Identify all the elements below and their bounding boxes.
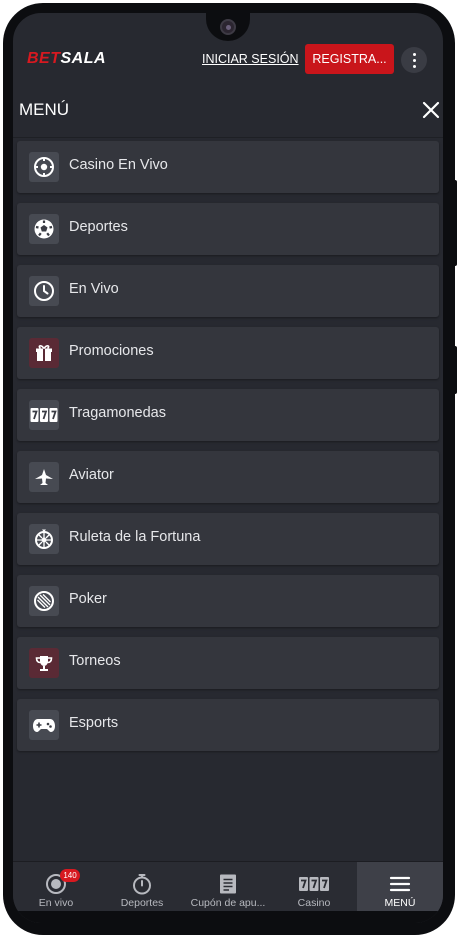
nav-en-vivo[interactable]: 140 En vivo: [13, 862, 99, 912]
menu-item-en-vivo[interactable]: En Vivo: [17, 265, 439, 317]
app-screen: BETSALA INICIAR SESIÓN REGISTRA... MENÚ …: [13, 13, 443, 923]
menu-item-label: Promociones: [69, 343, 154, 359]
gamepad-icon: [29, 710, 59, 740]
trophy-icon: [29, 648, 59, 678]
menu-header: [13, 95, 443, 138]
nav-label: En vivo: [38, 897, 74, 909]
volume-button: [452, 346, 457, 394]
logo-bet: BET: [27, 50, 61, 67]
nav-label: Casino: [297, 897, 331, 909]
menu-item-deportes[interactable]: Deportes: [17, 203, 439, 255]
nav-menu[interactable]: MENÚ: [357, 862, 443, 912]
phone-bottom-bezel: [13, 911, 443, 923]
stopwatch-icon: [99, 872, 185, 896]
casino-chip-icon: [29, 152, 59, 182]
menu-item-ruleta-de-la-fortuna[interactable]: Ruleta de la Fortuna: [17, 513, 439, 565]
menu-item-label: Esports: [69, 715, 119, 731]
coupon-icon: [185, 872, 271, 896]
soccer-ball-icon: [29, 214, 59, 244]
hamburger-icon: [357, 872, 443, 896]
menu-item-promociones[interactable]: Promociones: [17, 327, 439, 379]
menu-title: MENÚ: [19, 100, 70, 119]
close-icon[interactable]: [421, 99, 441, 121]
nav-label: MENÚ: [384, 897, 416, 909]
airplane-icon: [29, 462, 59, 492]
register-button[interactable]: REGISTRA...: [305, 44, 394, 74]
live-icon: [13, 872, 99, 896]
menu-item-esports[interactable]: Esports: [17, 699, 439, 751]
nav-label: Deportes: [120, 897, 164, 909]
login-link[interactable]: INICIAR SESIÓN: [202, 52, 299, 66]
menu-item-label: Deportes: [69, 219, 128, 235]
menu-item-label: Casino En Vivo: [69, 157, 168, 173]
gift-icon: [29, 338, 59, 368]
nav-deportes[interactable]: Deportes: [99, 862, 185, 912]
betsala-logo[interactable]: BETSALA: [27, 50, 106, 68]
nav-label: Cupón de apu...: [190, 897, 266, 909]
clock-icon: [29, 276, 59, 306]
menu-item-label: Aviator: [69, 467, 114, 483]
logo-sala: SALA: [60, 50, 107, 67]
nav-cupon[interactable]: Cupón de apu...: [185, 862, 271, 912]
power-button: [452, 180, 457, 266]
menu-item-label: En Vivo: [69, 281, 119, 297]
menu-item-tragamonedas[interactable]: Tragamonedas: [17, 389, 439, 441]
wheel-icon: [29, 524, 59, 554]
menu-item-label: Ruleta de la Fortuna: [69, 529, 201, 545]
live-count-badge: 140: [60, 869, 80, 882]
nav-casino[interactable]: Casino: [271, 862, 357, 912]
menu-item-aviator[interactable]: Aviator: [17, 451, 439, 503]
poker-chip-icon: [29, 586, 59, 616]
menu-item-torneos[interactable]: Torneos: [17, 637, 439, 689]
slot-777-icon: [271, 872, 357, 896]
kebab-icon[interactable]: [401, 47, 427, 73]
menu-item-label: Tragamonedas: [69, 405, 166, 421]
menu-item-casino-en-vivo[interactable]: Casino En Vivo: [17, 141, 439, 193]
menu-item-label: Torneos: [69, 653, 121, 669]
menu-item-poker[interactable]: Poker: [17, 575, 439, 627]
slot-777-icon: [29, 400, 59, 430]
menu-item-label: Poker: [69, 591, 107, 607]
front-camera: [220, 19, 236, 35]
